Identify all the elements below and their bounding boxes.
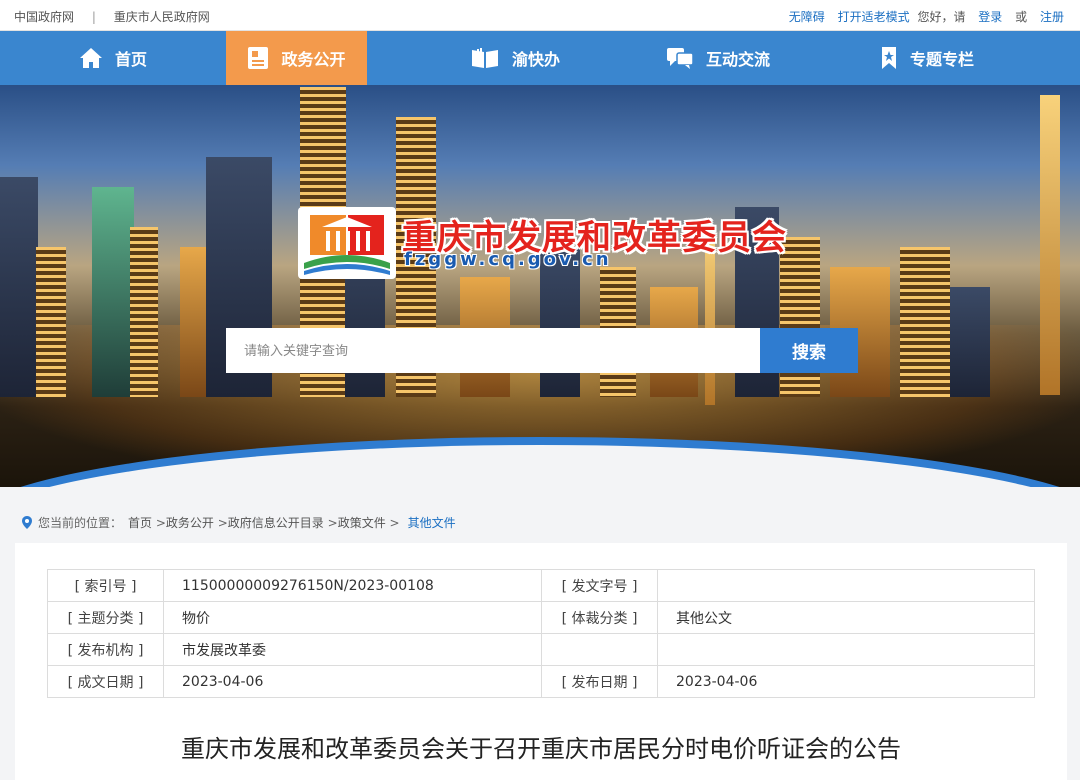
breadcrumb-current[interactable]: 其他文件: [408, 514, 456, 531]
bridge-tower: [1040, 95, 1060, 395]
meta-key: [ 成文日期 ]: [47, 665, 164, 698]
meta-key: [ 主题分类 ]: [47, 601, 164, 634]
location-pin-icon: [22, 516, 32, 529]
city-banner: 重庆市发展和改革委员会 fzggw.cq.gov.cn 搜索: [0, 85, 1080, 487]
site-domain: fzggw.cq.gov.cn: [404, 249, 612, 270]
meta-value: 2023-04-06: [657, 665, 1035, 698]
table-row: [ 索引号 ] 11500000009276150N/2023-00108 [ …: [47, 569, 1035, 602]
table-row: [ 主题分类 ] 物价 [ 体裁分类 ] 其他公文: [47, 601, 1035, 634]
nav-item-yukuaiban[interactable]: 渝快办: [440, 31, 590, 85]
breadcrumb-sep: >: [385, 515, 400, 530]
accessibility-link[interactable]: 无障碍: [789, 10, 825, 24]
bridge-tower: [705, 235, 715, 405]
meta-key: [541, 633, 658, 666]
breadcrumb-sep: >: [152, 515, 166, 530]
meta-value: [657, 633, 1035, 666]
search-button[interactable]: 搜索: [760, 328, 858, 373]
breadcrumb: 您当前的位置： 首页 > 政务公开 > 政府信息公开目录 > 政策文件 > 其他…: [22, 514, 456, 531]
chat-icon: [666, 48, 694, 69]
skyline-building: [0, 177, 38, 397]
skyline-building: [92, 187, 134, 397]
link-china-gov[interactable]: 中国政府网: [14, 10, 74, 24]
book-icon: [471, 48, 498, 68]
breadcrumb-sep: >: [323, 515, 338, 530]
greeting-text: 您好，请: [917, 10, 966, 24]
meta-key: [ 索引号 ]: [47, 569, 164, 602]
meta-value: 市发展改革委: [163, 633, 542, 666]
meta-key: [ 体裁分类 ]: [541, 601, 658, 634]
skyline-building: [780, 237, 820, 397]
register-link[interactable]: 注册: [1040, 10, 1064, 24]
document-meta-table: [ 索引号 ] 11500000009276150N/2023-00108 [ …: [47, 569, 1035, 698]
nav-label: 渝快办: [511, 50, 560, 69]
skyline-building: [950, 287, 990, 397]
nav-label: 专题专栏: [909, 50, 974, 69]
nav-item-gov-affairs[interactable]: 政务公开: [226, 31, 367, 85]
main-nav: 首页 政务公开 渝快办 互动交流 专题专栏: [0, 31, 1080, 85]
breadcrumb-home[interactable]: 首页: [128, 514, 152, 531]
meta-value: 11500000009276150N/2023-00108: [163, 569, 542, 602]
breadcrumb-catalog[interactable]: 政府信息公开目录: [228, 514, 324, 531]
breadcrumb-gov-affairs[interactable]: 政务公开: [166, 514, 214, 531]
table-row: [ 成文日期 ] 2023-04-06 [ 发布日期 ] 2023-04-06: [47, 665, 1035, 698]
document-icon: [248, 47, 269, 69]
breadcrumb-sep: >: [213, 515, 228, 530]
external-links: 中国政府网 | 重庆市人民政府网: [14, 8, 210, 25]
breadcrumb-prefix: 您当前的位置：: [38, 516, 123, 530]
skyline-building: [130, 227, 158, 397]
user-links: 无障碍 打开适老模式 您好，请 登录 或 注册: [789, 8, 1064, 25]
login-link[interactable]: 登录: [978, 10, 1002, 24]
nav-label: 政务公开: [281, 50, 346, 69]
meta-value: 其他公文: [657, 601, 1035, 634]
meta-key: [ 发布日期 ]: [541, 665, 658, 698]
nav-item-home[interactable]: 首页: [0, 31, 226, 85]
link-chongqing-gov[interactable]: 重庆市人民政府网: [114, 10, 210, 24]
search-input[interactable]: [226, 328, 760, 373]
nav-label: 首页: [114, 50, 147, 69]
meta-key: [ 发文字号 ]: [541, 569, 658, 602]
nav-item-special-topics[interactable]: 专题专栏: [862, 31, 992, 85]
meta-key: [ 发布机构 ]: [47, 633, 164, 666]
skyline-building: [36, 247, 66, 397]
skyline-building: [900, 247, 950, 397]
divider: |: [91, 10, 96, 24]
meta-value: 物价: [163, 601, 542, 634]
meta-value: [657, 569, 1035, 602]
home-icon: [79, 48, 102, 68]
top-utility-bar: 中国政府网 | 重庆市人民政府网 无障碍 打开适老模式 您好，请 登录 或 注册: [0, 0, 1080, 31]
logo-icon: [298, 207, 396, 279]
table-row: [ 发布机构 ] 市发展改革委: [47, 633, 1035, 666]
nav-label: 互动交流: [705, 50, 770, 69]
document-title: 重庆市发展和改革委员会关于召开重庆市居民分时电价听证会的公告: [181, 735, 901, 763]
bookmark-icon: [881, 47, 896, 69]
breadcrumb-policy-docs[interactable]: 政策文件: [338, 514, 386, 531]
article-panel: [ 索引号 ] 11500000009276150N/2023-00108 [ …: [15, 543, 1067, 780]
elder-mode-link[interactable]: 打开适老模式: [838, 10, 910, 24]
nav-item-interaction[interactable]: 互动交流: [648, 31, 788, 85]
meta-value: 2023-04-06: [163, 665, 542, 698]
or-text: 或: [1015, 10, 1028, 24]
